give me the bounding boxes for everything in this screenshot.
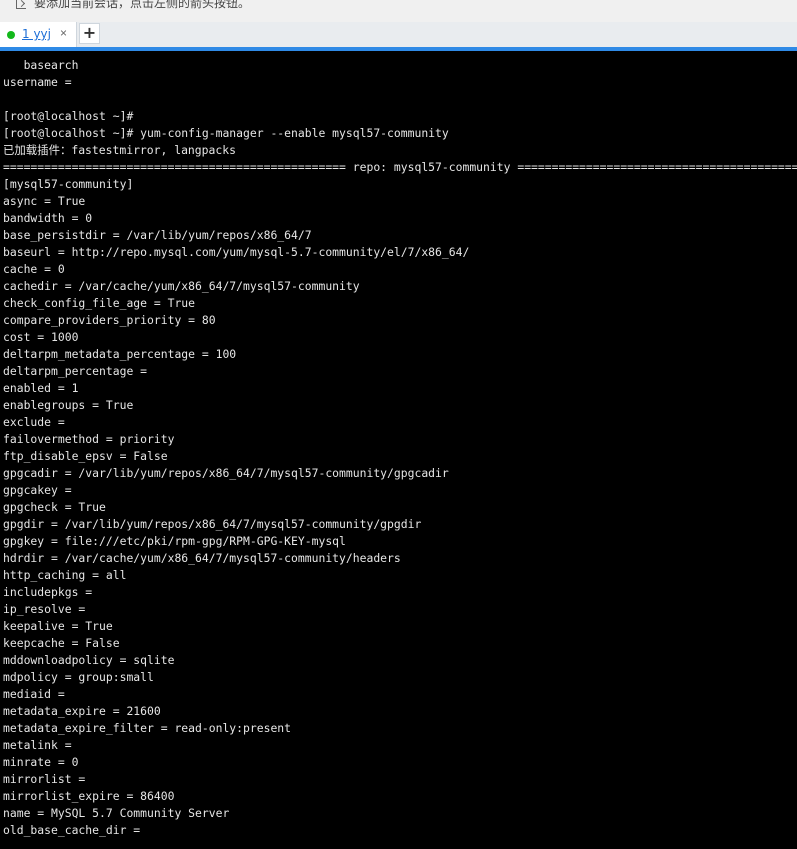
terminal-line: [root@localhost ~]# xyxy=(3,109,134,123)
terminal-line: cost = 1000 xyxy=(3,330,79,344)
terminal-line: old_base_cache_dir = xyxy=(3,823,141,837)
terminal-output[interactable]: basearch username = [root@localhost ~]# [ro… xyxy=(0,51,797,849)
terminal-line: exclude = xyxy=(3,415,65,429)
terminal-line: deltarpm_metadata_percentage = 100 xyxy=(3,347,237,361)
terminal-line: mediaid = xyxy=(3,687,65,701)
terminal-line: username = xyxy=(3,75,72,89)
terminal-line: [root@localhost ~]# yum-config-manager -… xyxy=(3,126,449,140)
terminal-line: failovermethod = priority xyxy=(3,432,175,446)
terminal-line: minrate = 0 xyxy=(3,755,79,769)
close-icon[interactable]: × xyxy=(60,26,67,40)
terminal-line: keepalive = True xyxy=(3,619,113,633)
terminal-line: gpgkey = file:///etc/pki/rpm-gpg/RPM-GPG… xyxy=(3,534,346,548)
terminal-line: baseurl = http://repo.mysql.com/yum/mysq… xyxy=(3,245,470,259)
terminal-lines: basearch username = [root@localhost ~]# [ro… xyxy=(3,57,797,839)
add-tab-button[interactable]: + xyxy=(79,23,100,44)
terminal-line: gpgcheck = True xyxy=(3,500,106,514)
terminal-line: mirrorlist = xyxy=(3,772,86,786)
terminal-line: ftp_disable_epsv = False xyxy=(3,449,168,463)
terminal-line: metadata_expire = 21600 xyxy=(3,704,161,718)
terminal-line: base_persistdir = /var/lib/yum/repos/x86… xyxy=(3,228,312,242)
terminal-line: gpgdir = /var/lib/yum/repos/x86_64/7/mys… xyxy=(3,517,422,531)
terminal-line: metalink = xyxy=(3,738,72,752)
terminal-line: ========================================… xyxy=(3,160,797,174)
terminal-line: mirrorlist_expire = 86400 xyxy=(3,789,175,803)
terminal-line: includepkgs = xyxy=(3,585,93,599)
terminal-line: deltarpm_percentage = xyxy=(3,364,148,378)
arrow-icon[interactable] xyxy=(16,0,26,9)
session-tab[interactable]: 1 yyj × xyxy=(0,22,77,47)
terminal-line: http_caching = all xyxy=(3,568,127,582)
terminal-line: bandwidth = 0 xyxy=(3,211,93,225)
terminal-line: mddownloadpolicy = sqlite xyxy=(3,653,175,667)
terminal-line: cachedir = /var/cache/yum/x86_64/7/mysql… xyxy=(3,279,360,293)
ssh-client-window: 要添加当前会话，点击左侧的箭头按钮。 1 yyj × + basearch use… xyxy=(0,0,797,849)
terminal-line: cache = 0 xyxy=(3,262,65,276)
terminal-line: async = True xyxy=(3,194,86,208)
terminal-line: ip_resolve = xyxy=(3,602,86,616)
connected-status-icon xyxy=(7,31,15,39)
session-hint-bar: 要添加当前会话，点击左侧的箭头按钮。 xyxy=(0,0,797,22)
terminal-line: gpgcadir = /var/lib/yum/repos/x86_64/7/m… xyxy=(3,466,449,480)
terminal-line: basearch xyxy=(3,58,79,72)
terminal-line: hdrdir = /var/cache/yum/x86_64/7/mysql57… xyxy=(3,551,401,565)
terminal-line: mdpolicy = group:small xyxy=(3,670,154,684)
terminal-line: check_config_file_age = True xyxy=(3,296,196,310)
session-tab-bar: 1 yyj × + xyxy=(0,22,797,47)
terminal-line: compare_providers_priority = 80 xyxy=(3,313,216,327)
terminal-line: 已加载插件：fastestmirror, langpacks xyxy=(3,143,236,157)
terminal-line: name = MySQL 5.7 Community Server xyxy=(3,806,230,820)
terminal-line: gpgcakey = xyxy=(3,483,72,497)
terminal-line: metadata_expire_filter = read-only:prese… xyxy=(3,721,292,735)
terminal-line: [mysql57-community] xyxy=(3,177,134,191)
terminal-line: keepcache = False xyxy=(3,636,120,650)
session-hint-text: 要添加当前会话，点击左侧的箭头按钮。 xyxy=(34,0,251,10)
session-tab-label[interactable]: 1 yyj xyxy=(22,27,51,41)
terminal-line: enablegroups = True xyxy=(3,398,134,412)
terminal-line: enabled = 1 xyxy=(3,381,79,395)
